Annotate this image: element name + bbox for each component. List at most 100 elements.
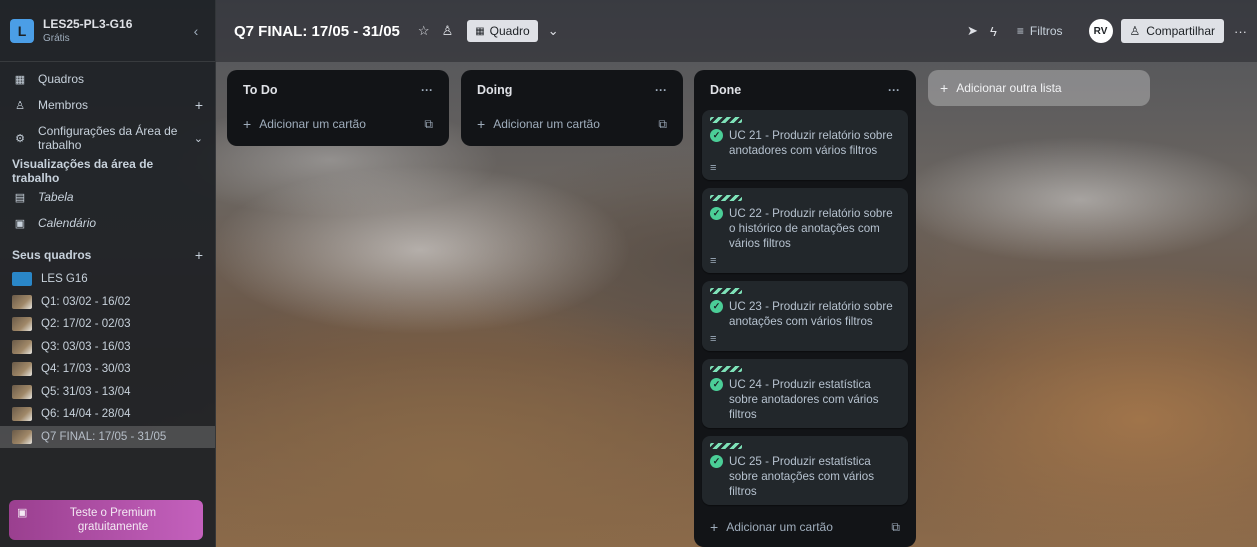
calendar-icon: ▣ <box>14 217 26 230</box>
board-title[interactable]: Q7 FINAL: 17/05 - 31/05 <box>234 23 400 40</box>
add-member-plus-icon[interactable]: + <box>195 97 203 113</box>
filter-icon: ≡ <box>1016 24 1024 38</box>
list-menu-icon[interactable]: ··· <box>888 83 900 97</box>
card-label-green[interactable] <box>710 117 742 123</box>
filters-button[interactable]: ≡ Filtros <box>1017 24 1063 38</box>
plus-icon: + <box>243 116 252 132</box>
board-item[interactable]: Q2: 17/02 - 02/03 <box>0 313 215 336</box>
board-item[interactable]: Q5: 31/03 - 13/04 <box>0 381 215 404</box>
avatar[interactable]: RV <box>1088 19 1113 43</box>
add-card-button[interactable]: + Adicionar um cartão ⧉ <box>702 513 908 541</box>
sidebar: L LES25-PL3-G16 Grátis ‹ ▦ Quadros ♙ Mem… <box>0 0 216 547</box>
workspace-logo[interactable]: L <box>10 18 34 43</box>
board-thumbnail <box>12 362 32 377</box>
card-title: UC 25 - Produzir estatística sobre anota… <box>729 455 874 498</box>
card-label-green[interactable] <box>710 443 742 449</box>
card-label-green[interactable] <box>710 288 742 294</box>
card[interactable]: ✓ UC 25 - Produzir estatística sobre anot… <box>702 436 908 505</box>
view-switcher-button[interactable]: ▦ Quadro <box>467 20 538 42</box>
description-icon: ≡ <box>710 333 717 345</box>
settings-label-line2: trabalho <box>38 138 82 152</box>
board-item-label: Q3: 03/03 - 16/03 <box>41 340 131 353</box>
card[interactable]: ✓ UC 22 - Produzir relatório sobre o hist… <box>702 188 908 273</box>
check-complete-icon[interactable]: ✓ <box>710 207 723 220</box>
sidebar-item-calendar-view[interactable]: ▣ Calendário <box>0 210 215 236</box>
board-thumbnail <box>12 407 32 422</box>
board-item-active[interactable]: Q7 FINAL: 17/05 - 31/05 <box>0 425 215 448</box>
list-done: Done ··· ✓ UC 21 - Produzir relatório sob… <box>694 70 916 547</box>
chevron-down-icon[interactable]: ⌄ <box>194 132 203 145</box>
card[interactable]: ✓ UC 23 - Produzir relatório sobre anotaç… <box>702 281 908 351</box>
sidebar-item-boards[interactable]: ▦ Quadros <box>0 66 215 92</box>
star-icon[interactable]: ☆ <box>418 23 430 39</box>
add-list-label: Adicionar outra lista <box>956 81 1062 95</box>
board-item-label: Q6: 14/04 - 28/04 <box>41 408 131 421</box>
check-complete-icon[interactable]: ✓ <box>710 300 723 313</box>
add-card-button[interactable]: + Adicionar um cartão ⧉ <box>235 110 441 138</box>
board-item-label: Q1: 03/02 - 16/02 <box>41 295 131 308</box>
views-title-text: Visualizações da área de trabalho <box>12 157 154 185</box>
premium-label-line1: Teste o Premium <box>69 507 157 519</box>
card-title: UC 24 - Produzir estatística sobre anota… <box>729 378 879 421</box>
workspace-info: LES25-PL3-G16 Grátis <box>43 17 187 44</box>
board-thumbnail <box>12 384 32 399</box>
board-item-label: LES G16 <box>41 273 88 286</box>
sidebar-item-table-view[interactable]: ▤ Tabela <box>0 184 215 210</box>
card-label-green[interactable] <box>710 195 742 201</box>
plus-icon: + <box>477 116 486 132</box>
board-item[interactable]: Q6: 14/04 - 28/04 <box>0 403 215 426</box>
template-icon[interactable]: ⧉ <box>658 117 667 132</box>
sidebar-item-settings[interactable]: ⚙ Configurações da Área de trabalho ⌄ <box>0 118 215 158</box>
board-view-icon: ▦ <box>475 25 485 37</box>
visibility-icon[interactable]: ♙ <box>442 23 454 39</box>
share-button[interactable]: ♙ Compartilhar <box>1120 19 1224 43</box>
card-label-green[interactable] <box>710 366 742 372</box>
table-icon: ▤ <box>14 191 26 204</box>
add-board-plus-icon[interactable]: + <box>195 247 203 263</box>
sidebar-item-members[interactable]: ♙ Membros + <box>0 92 215 118</box>
list-header[interactable]: Done ··· <box>702 70 908 110</box>
your-boards-title-text: Seus quadros <box>12 248 92 262</box>
template-icon[interactable]: ⧉ <box>424 117 433 132</box>
list-title[interactable]: Doing <box>477 83 655 97</box>
board-item[interactable]: Q1: 03/02 - 16/02 <box>0 291 215 314</box>
card[interactable]: ✓ UC 21 - Produzir relatório sobre anotad… <box>702 110 908 180</box>
add-card-button[interactable]: + Adicionar um cartão ⧉ <box>469 110 675 138</box>
workspace-header: L LES25-PL3-G16 Grátis ‹ <box>0 0 215 62</box>
try-premium-button[interactable]: ▣ Teste o Premium gratuitamente <box>9 500 203 540</box>
list-title[interactable]: Done <box>710 83 888 97</box>
workspace-plan: Grátis <box>43 33 70 44</box>
chevron-down-icon[interactable]: ⌄ <box>548 23 559 39</box>
gear-icon: ⚙ <box>15 132 25 145</box>
your-boards-section-title: Seus quadros + <box>0 242 215 268</box>
description-icon: ≡ <box>710 255 717 267</box>
chevron-left-icon[interactable]: ‹ <box>187 22 205 40</box>
board-icon: ▦ <box>14 73 26 86</box>
send-icon[interactable]: ➤ <box>967 23 978 39</box>
plus-icon: + <box>710 519 719 535</box>
board-thumbnail <box>12 429 32 444</box>
list-header[interactable]: To Do ··· <box>235 70 441 110</box>
workspace-name[interactable]: LES25-PL3-G16 <box>43 17 187 31</box>
board-item[interactable]: Q4: 17/03 - 30/03 <box>0 358 215 381</box>
list-menu-icon[interactable]: ··· <box>655 83 667 97</box>
template-icon[interactable]: ⧉ <box>891 520 900 535</box>
list-header[interactable]: Doing ··· <box>469 70 675 110</box>
check-complete-icon[interactable]: ✓ <box>710 129 723 142</box>
sidebar-item-label: Calendário <box>38 216 97 230</box>
add-list-button[interactable]: + Adicionar outra lista <box>928 70 1150 106</box>
more-options-icon[interactable]: ··· <box>1234 24 1247 39</box>
add-card-label: Adicionar um cartão <box>726 520 833 534</box>
board-thumbnail <box>12 272 32 287</box>
board-header: Q7 FINAL: 17/05 - 31/05 ☆ ♙ ▦ Quadro ⌄ ➤… <box>216 0 1257 62</box>
board-item[interactable]: LES G16 <box>0 268 215 291</box>
list-title[interactable]: To Do <box>243 83 421 97</box>
sidebar-item-label: Membros <box>38 98 89 112</box>
board-item-label: Q7 FINAL: 17/05 - 31/05 <box>41 430 167 443</box>
check-complete-icon[interactable]: ✓ <box>710 378 723 391</box>
automation-bolt-icon[interactable]: ϟ <box>990 24 997 39</box>
check-complete-icon[interactable]: ✓ <box>710 455 723 468</box>
list-menu-icon[interactable]: ··· <box>421 83 433 97</box>
card[interactable]: ✓ UC 24 - Produzir estatística sobre anot… <box>702 359 908 428</box>
board-item[interactable]: Q3: 03/03 - 16/03 <box>0 336 215 359</box>
